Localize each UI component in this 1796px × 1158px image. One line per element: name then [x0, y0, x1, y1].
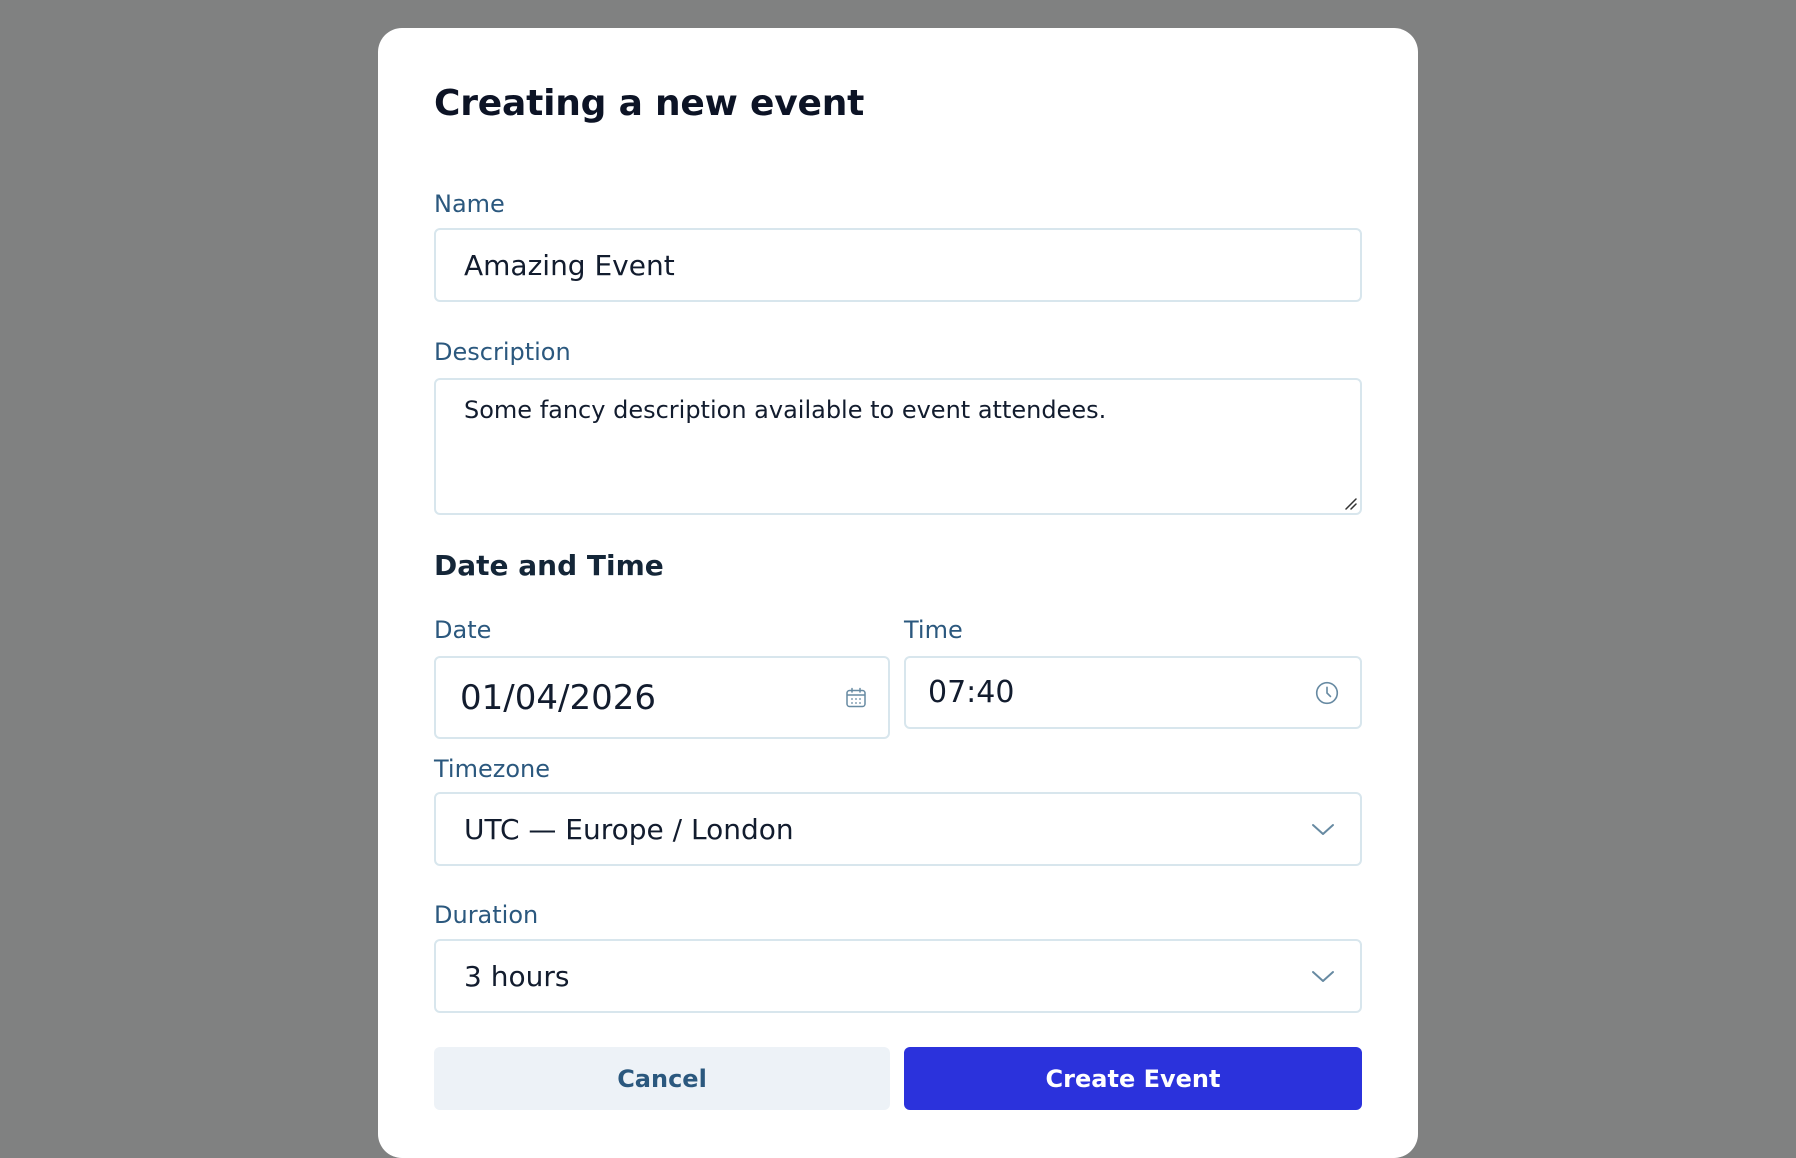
name-label: Name — [434, 190, 505, 218]
modal-title: Creating a new event — [434, 83, 865, 124]
chevron-down-icon — [1311, 821, 1335, 837]
name-input-value: Amazing Event — [464, 248, 675, 282]
duration-select-value: 3 hours — [464, 959, 570, 993]
description-textarea[interactable]: Some fancy description available to even… — [434, 378, 1362, 515]
timezone-select[interactable]: UTC — Europe / London — [434, 792, 1362, 866]
time-input-value: 07:40 — [928, 675, 1015, 710]
create-event-modal: Creating a new event Name Amazing Event … — [378, 28, 1418, 1158]
date-and-time-heading: Date and Time — [434, 549, 664, 582]
duration-select[interactable]: 3 hours — [434, 939, 1362, 1013]
clock-icon[interactable] — [1314, 680, 1340, 706]
date-input-value: 01/04/2026 — [460, 677, 656, 718]
create-event-button[interactable]: Create Event — [904, 1047, 1362, 1110]
timezone-select-value: UTC — Europe / London — [464, 812, 794, 846]
timezone-label: Timezone — [434, 755, 550, 783]
cancel-button-label: Cancel — [617, 1064, 707, 1093]
chevron-down-icon — [1311, 968, 1335, 984]
cancel-button[interactable]: Cancel — [434, 1047, 890, 1110]
name-input[interactable]: Amazing Event — [434, 228, 1362, 302]
create-event-button-label: Create Event — [1045, 1064, 1221, 1093]
date-label: Date — [434, 616, 492, 644]
resize-grip-icon[interactable] — [1343, 496, 1357, 510]
date-input[interactable]: 01/04/2026 — [434, 656, 890, 739]
description-label: Description — [434, 338, 571, 366]
calendar-icon[interactable] — [844, 686, 868, 710]
duration-label: Duration — [434, 901, 539, 929]
time-input[interactable]: 07:40 — [904, 656, 1362, 729]
time-label: Time — [904, 616, 963, 644]
description-textarea-value: Some fancy description available to even… — [464, 396, 1107, 424]
